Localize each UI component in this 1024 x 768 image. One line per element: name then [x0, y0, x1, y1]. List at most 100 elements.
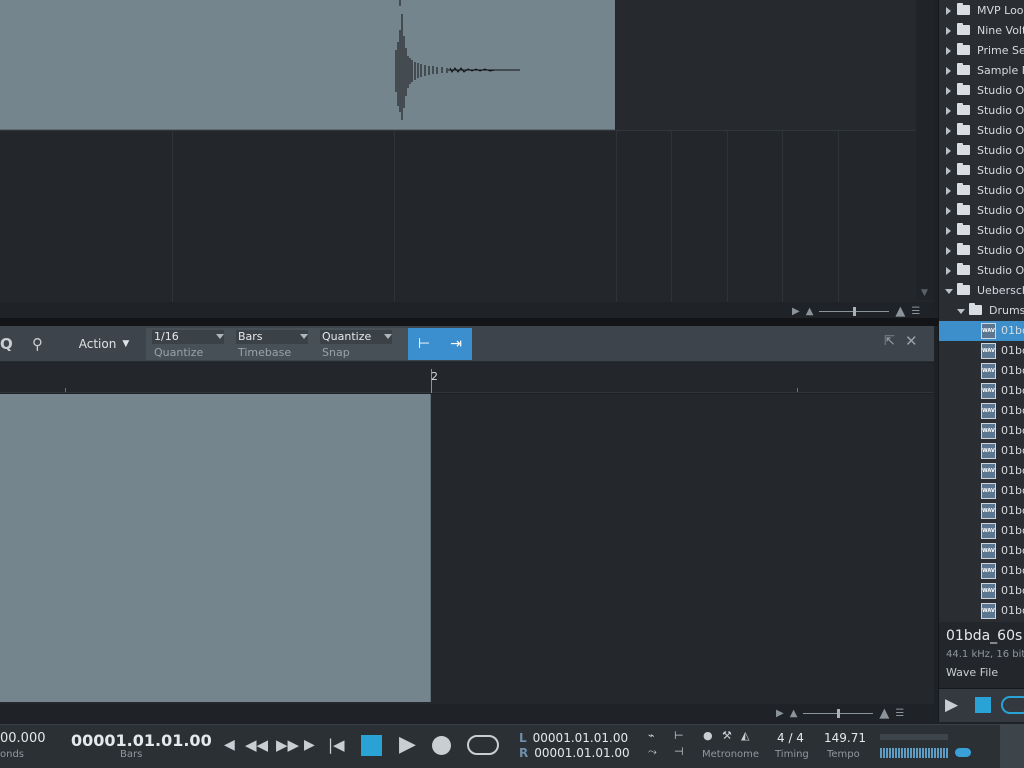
browser-folder[interactable]: Sample M [939, 61, 1024, 81]
browser-file[interactable]: WAV 01bd [939, 501, 1024, 521]
expand-icon[interactable] [946, 87, 951, 95]
zoom-out-icon[interactable]: ▲ [790, 708, 798, 719]
browser-file[interactable]: WAV 01bd [939, 481, 1024, 501]
expand-icon[interactable] [946, 147, 951, 155]
fast-rewind-icon[interactable]: ◀◀ [245, 736, 268, 754]
expand-icon[interactable] [946, 27, 951, 35]
browser-folder[interactable]: Studio Or [939, 161, 1024, 181]
expand-icon[interactable] [946, 187, 951, 195]
zoom-track[interactable] [819, 307, 890, 316]
bend-tool-icon[interactable]: ⚲ [32, 335, 43, 353]
browser-folder[interactable]: Studio Or [939, 221, 1024, 241]
record-button[interactable] [432, 736, 451, 755]
audio-editor[interactable] [0, 394, 934, 704]
expand-icon[interactable] [946, 67, 951, 75]
zoom-out-icon[interactable]: ▲ [806, 306, 814, 317]
punch-icon[interactable]: ⊣ [674, 745, 684, 758]
browser-folder[interactable]: Studio Or [939, 241, 1024, 261]
expand-icon[interactable] [946, 167, 951, 175]
browser-file[interactable]: WAV 01bd [939, 461, 1024, 481]
browser-subfolder[interactable]: Drums [939, 301, 1024, 321]
browser-folder[interactable]: Studio Or [939, 121, 1024, 141]
browser-file[interactable]: WAV 01bd [939, 341, 1024, 361]
timebase-dropdown[interactable]: Bars Timebase [230, 328, 312, 360]
collapse-icon[interactable] [945, 289, 953, 294]
browser-folder[interactable]: Studio Or [939, 201, 1024, 221]
action-menu-button[interactable]: Action ▼ [68, 330, 140, 358]
tempo-value[interactable]: 149.71 [824, 731, 866, 745]
metronome-click-icon[interactable]: ● [703, 729, 713, 742]
bars-display[interactable]: 00001.01.01.00 [71, 731, 212, 750]
snap-dropdown[interactable]: Quantize Snap [314, 328, 396, 360]
close-icon[interactable]: ✕ [905, 332, 918, 350]
browser-file[interactable]: WAV 01bd [939, 321, 1024, 341]
return-to-zero-icon[interactable]: |◀ [328, 736, 345, 754]
timing-value[interactable]: 4 / 4 [777, 731, 804, 745]
loop-left-locator[interactable]: L 00001.01.01.00 [519, 731, 628, 745]
browser-file[interactable]: WAV 01bd [939, 581, 1024, 601]
browser-file[interactable]: WAV 01bd [939, 441, 1024, 461]
collapse-icon[interactable] [957, 309, 965, 314]
browser-folder[interactable]: Studio Or [939, 261, 1024, 281]
browser-file[interactable]: WAV 01bd [939, 541, 1024, 561]
zoom-left-icon[interactable]: ▶ [776, 708, 784, 719]
stop-button[interactable] [361, 735, 382, 756]
zoom-thumb[interactable] [837, 709, 841, 718]
preview-stop-icon[interactable] [975, 697, 991, 713]
loop-right-locator[interactable]: R 00001.01.01.00 [519, 746, 630, 760]
output-toggle[interactable] [955, 748, 971, 757]
browser-file[interactable]: WAV 01bd [939, 421, 1024, 441]
expand-icon[interactable] [946, 127, 951, 135]
browser-file[interactable]: WAV 01bd [939, 561, 1024, 581]
expand-icon[interactable] [946, 107, 951, 115]
expand-icon[interactable] [946, 267, 951, 275]
precount-icon[interactable]: ⌁ [648, 729, 655, 742]
scroll-down-icon[interactable]: ▼ [921, 288, 928, 298]
browser-file[interactable]: WAV 01bd [939, 601, 1024, 621]
browser-folder[interactable]: Nine Volt [939, 21, 1024, 41]
fast-forward-icon[interactable]: ▶▶ [276, 736, 299, 754]
preview-play-icon[interactable]: ▶ [945, 695, 958, 715]
empty-track-lane[interactable] [616, 0, 916, 130]
play-button[interactable]: ▶ [399, 732, 416, 757]
browser-folder[interactable]: Studio Or [939, 101, 1024, 121]
zoom-left-icon[interactable]: ▶ [792, 306, 800, 317]
browser-file[interactable]: WAV 01bd [939, 401, 1024, 421]
editor-ruler[interactable]: 2 [0, 363, 934, 393]
preroll-icon[interactable]: ⊢ [674, 729, 684, 742]
audio-event-clip[interactable] [0, 0, 615, 130]
editor-zoom-slider[interactable]: ▶ ▲ ▲ ☰ [776, 706, 904, 721]
audiobend-q-icon[interactable]: Q [0, 335, 13, 353]
snap-toggle-button[interactable]: ⊢ ⇥ [408, 328, 472, 360]
expand-icon[interactable] [946, 207, 951, 215]
resize-grip-icon[interactable]: ☰ [895, 708, 904, 719]
browser-file[interactable]: WAV 01bd [939, 381, 1024, 401]
preview-loop-icon[interactable] [1001, 696, 1024, 714]
browser-file[interactable]: WAV 01bd [939, 521, 1024, 541]
loop-button[interactable] [467, 735, 499, 755]
resize-grip-icon[interactable]: ☰ [911, 306, 920, 317]
expand-icon[interactable] [946, 47, 951, 55]
vertical-scrollbar[interactable]: ▼ [916, 0, 934, 300]
editor-audio-event[interactable] [0, 394, 431, 702]
quantize-dropdown[interactable]: 1/16 Quantize [146, 328, 228, 360]
arrange-view[interactable]: ▼ [0, 0, 934, 318]
browser-folder-open[interactable]: Ueberschi [939, 281, 1024, 301]
autopunch-icon[interactable]: ⤳ [648, 745, 657, 759]
browser-file[interactable]: WAV 01bd [939, 361, 1024, 381]
zoom-thumb[interactable] [853, 307, 857, 316]
metronome-settings-icon[interactable]: ⚒ [722, 729, 732, 742]
expand-icon[interactable] [946, 7, 951, 15]
panel-divider[interactable] [0, 318, 938, 326]
browser-folder[interactable]: MVP Loo [939, 1, 1024, 21]
browser-folder[interactable]: Studio Or [939, 181, 1024, 201]
browser-folder[interactable]: Studio Or [939, 81, 1024, 101]
browser-folder[interactable]: Studio Or [939, 141, 1024, 161]
rewind-icon[interactable]: ◀ [224, 737, 235, 753]
arrange-zoom-slider[interactable]: ▶ ▲ ▲ ☰ [792, 304, 920, 319]
detach-icon[interactable]: ⇱ [884, 334, 895, 349]
zoom-track[interactable] [803, 709, 874, 718]
expand-icon[interactable] [946, 227, 951, 235]
zoom-in-icon[interactable]: ▲ [895, 304, 905, 319]
expand-icon[interactable] [946, 247, 951, 255]
